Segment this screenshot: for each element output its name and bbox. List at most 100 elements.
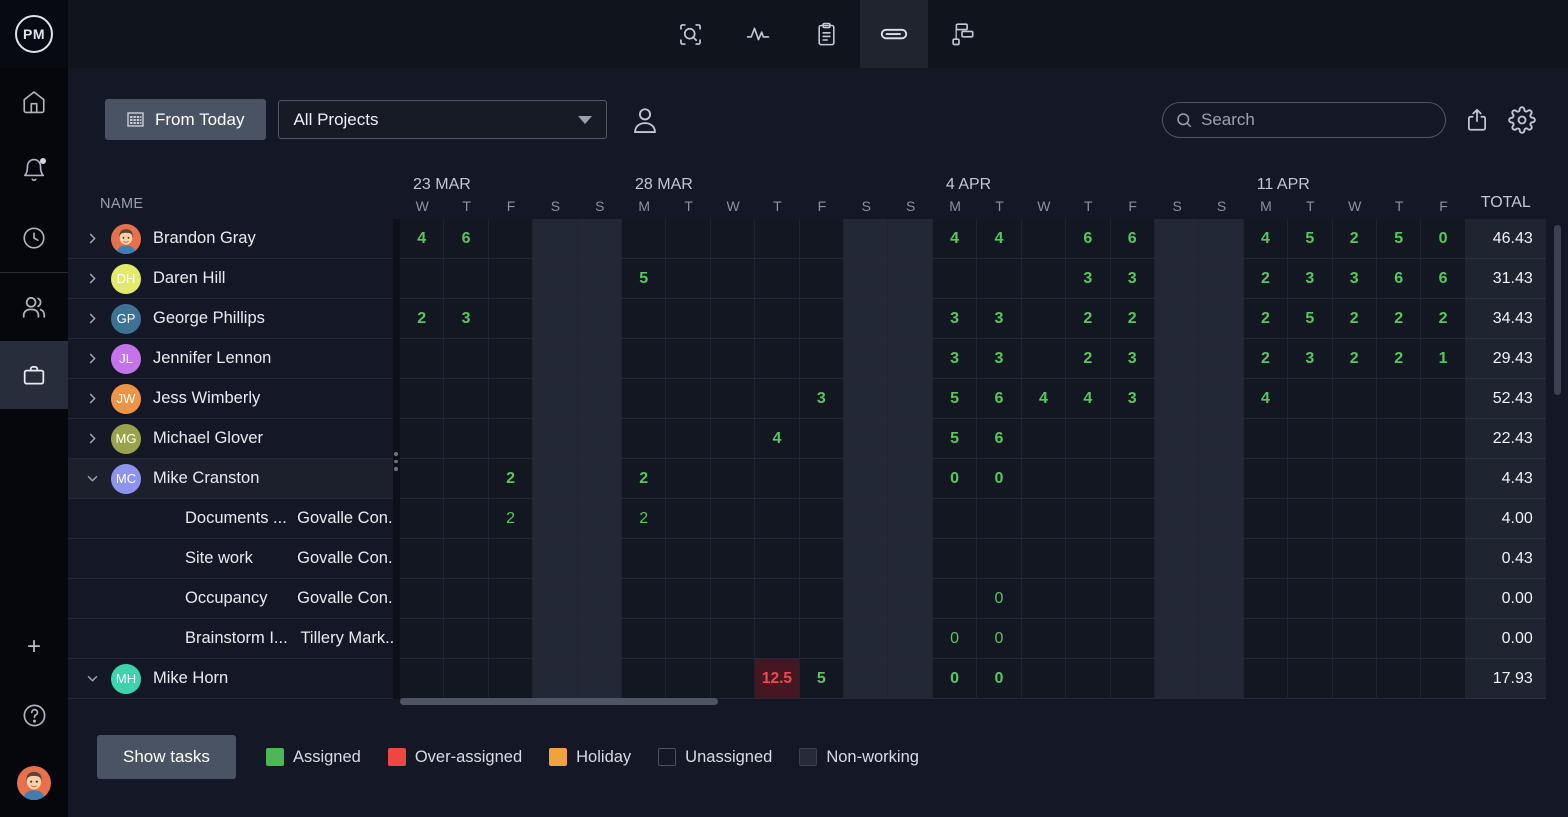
allocation-cell[interactable]: 2 [1377, 339, 1421, 379]
allocation-cell[interactable]: 3 [1333, 259, 1377, 299]
allocation-cell[interactable] [1022, 499, 1066, 539]
allocation-cell[interactable] [622, 339, 666, 379]
allocation-cell[interactable]: 2 [1377, 299, 1421, 339]
allocation-cell[interactable]: 6 [1421, 259, 1465, 299]
allocation-cell[interactable] [1022, 579, 1066, 619]
allocation-cell[interactable]: 3 [1111, 379, 1155, 419]
allocation-cell[interactable] [800, 419, 844, 459]
allocation-cell[interactable]: 4 [400, 219, 444, 259]
allocation-cell[interactable] [800, 579, 844, 619]
allocation-cell[interactable] [666, 659, 710, 699]
allocation-cell[interactable] [1244, 499, 1288, 539]
allocation-cell[interactable] [578, 499, 622, 539]
allocation-cell[interactable] [933, 259, 977, 299]
allocation-cell[interactable] [578, 579, 622, 619]
allocation-cell[interactable] [666, 299, 710, 339]
allocation-cell[interactable] [666, 619, 710, 659]
allocation-cell[interactable]: 4 [755, 419, 799, 459]
allocation-cell[interactable] [578, 659, 622, 699]
allocation-cell[interactable] [1199, 459, 1243, 499]
sidebar-item-briefcase[interactable] [0, 341, 68, 409]
allocation-cell[interactable] [1377, 619, 1421, 659]
allocation-cell[interactable] [711, 419, 755, 459]
chevron-down-icon[interactable] [85, 471, 101, 487]
allocation-cell[interactable] [666, 419, 710, 459]
allocation-cell[interactable]: 5 [1288, 219, 1332, 259]
allocation-cell[interactable] [622, 619, 666, 659]
allocation-cell[interactable] [1199, 299, 1243, 339]
allocation-cell[interactable]: 2 [1333, 219, 1377, 259]
allocation-cell[interactable]: 2 [400, 299, 444, 339]
allocation-cell[interactable]: 0 [933, 659, 977, 699]
allocation-cell[interactable] [533, 299, 577, 339]
allocation-cell[interactable]: 4 [1022, 379, 1066, 419]
allocation-cell[interactable] [800, 259, 844, 299]
allocation-cell[interactable] [1155, 219, 1199, 259]
allocation-cell[interactable]: 3 [933, 339, 977, 379]
allocation-cell[interactable] [1421, 579, 1465, 619]
allocation-cell[interactable] [1377, 419, 1421, 459]
allocation-cell[interactable] [1199, 499, 1243, 539]
allocation-cell[interactable] [489, 619, 533, 659]
allocation-cell[interactable]: 2 [1244, 299, 1288, 339]
allocation-cell[interactable] [1333, 419, 1377, 459]
allocation-cell[interactable]: 4 [1244, 379, 1288, 419]
allocation-cell[interactable] [400, 339, 444, 379]
allocation-cell[interactable]: 3 [444, 299, 488, 339]
allocation-cell[interactable] [1421, 459, 1465, 499]
allocation-cell[interactable] [888, 419, 932, 459]
allocation-cell[interactable]: 6 [1111, 219, 1155, 259]
allocation-cell[interactable]: 0 [977, 659, 1021, 699]
allocation-cell[interactable] [622, 659, 666, 699]
allocation-cell[interactable] [622, 299, 666, 339]
allocation-cell[interactable] [444, 419, 488, 459]
person-row-name[interactable]: DHDaren Hill [68, 259, 393, 299]
allocation-cell[interactable] [1111, 459, 1155, 499]
allocation-cell[interactable] [1066, 419, 1110, 459]
allocation-cell[interactable] [489, 379, 533, 419]
allocation-cell[interactable] [400, 499, 444, 539]
allocation-cell[interactable] [489, 539, 533, 579]
allocation-cell[interactable] [533, 499, 577, 539]
export-button[interactable] [1464, 106, 1490, 134]
project-filter-select[interactable]: All Projects [278, 100, 607, 139]
allocation-cell[interactable] [844, 459, 888, 499]
allocation-cell[interactable] [1111, 619, 1155, 659]
allocation-cell[interactable] [844, 419, 888, 459]
chevron-right-icon[interactable] [85, 391, 101, 407]
person-row-name[interactable]: JLJennifer Lennon [68, 339, 393, 379]
allocation-cell[interactable]: 4 [933, 219, 977, 259]
settings-gear-icon[interactable] [1508, 105, 1536, 135]
allocation-cell[interactable]: 6 [977, 379, 1021, 419]
allocation-cell[interactable]: 0 [977, 459, 1021, 499]
allocation-cell[interactable] [844, 539, 888, 579]
allocation-cell[interactable] [1066, 539, 1110, 579]
allocation-cell[interactable]: 0 [1421, 219, 1465, 259]
allocation-cell[interactable] [1066, 459, 1110, 499]
allocation-cell[interactable] [711, 299, 755, 339]
allocation-cell[interactable] [1244, 659, 1288, 699]
allocation-cell[interactable] [666, 539, 710, 579]
allocation-cell[interactable] [1421, 659, 1465, 699]
allocation-cell[interactable]: 0 [977, 579, 1021, 619]
brand-logo[interactable]: PM [0, 0, 68, 68]
allocation-cell[interactable] [1111, 579, 1155, 619]
allocation-cell[interactable] [1022, 219, 1066, 259]
allocation-cell[interactable] [711, 379, 755, 419]
allocation-cell[interactable] [1288, 579, 1332, 619]
allocation-cell[interactable]: 2 [1066, 339, 1110, 379]
allocation-cell[interactable] [1288, 619, 1332, 659]
allocation-cell[interactable] [1022, 299, 1066, 339]
allocation-cell[interactable] [1333, 659, 1377, 699]
allocation-cell[interactable] [578, 339, 622, 379]
allocation-cell[interactable] [444, 379, 488, 419]
allocation-cell[interactable] [1111, 659, 1155, 699]
allocation-cell[interactable] [578, 459, 622, 499]
allocation-cell[interactable]: 6 [977, 419, 1021, 459]
allocation-cell[interactable] [1155, 379, 1199, 419]
allocation-cell[interactable] [400, 419, 444, 459]
allocation-cell[interactable] [1155, 299, 1199, 339]
allocation-cell[interactable]: 2 [1244, 339, 1288, 379]
allocation-cell[interactable] [1421, 499, 1465, 539]
allocation-cell[interactable] [533, 259, 577, 299]
